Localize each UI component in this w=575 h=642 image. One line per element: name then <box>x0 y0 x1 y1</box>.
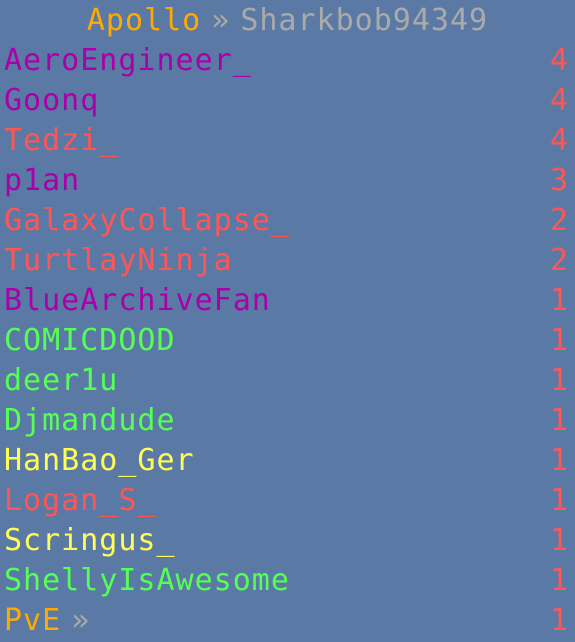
entry-score: 1 <box>549 602 569 638</box>
server-name: Apollo <box>86 2 202 38</box>
entry-score: 2 <box>549 202 569 238</box>
row-label: Goonq <box>4 83 99 118</box>
entry-name: ShellyIsAwesome <box>4 562 290 598</box>
entry-name: Djmandude <box>4 402 176 438</box>
entry-score: 2 <box>549 242 569 278</box>
entry-score: 3 <box>549 162 569 198</box>
entry-score: 4 <box>549 122 569 158</box>
entry-name: AeroEngineer_ <box>4 42 252 78</box>
scoreboard-row: AeroEngineer_ 4 <box>0 40 575 80</box>
row-label: deer1u <box>4 363 118 398</box>
entry-name: TurtlayNinja <box>4 242 233 278</box>
entry-name: GalaxyCollapse_ <box>4 202 290 238</box>
entry-name: Scringus_ <box>4 522 176 558</box>
scoreboard-row: Logan_S_ 1 <box>0 480 575 520</box>
scoreboard-row: HanBao_Ger 1 <box>0 440 575 480</box>
row-label: p1an <box>4 163 80 198</box>
row-label: BlueArchiveFan <box>4 283 271 318</box>
row-label: ShellyIsAwesome <box>4 563 290 598</box>
entry-name: p1an <box>4 162 81 198</box>
row-label: HanBao_Ger <box>4 443 195 478</box>
scoreboard-row: PvE» 1 <box>0 600 575 640</box>
entry-score: 1 <box>549 282 569 318</box>
row-label: Djmandude <box>4 403 176 438</box>
entry-score: 1 <box>549 562 569 598</box>
entry-score: 1 <box>549 482 569 518</box>
entry-score: 4 <box>549 82 569 118</box>
row-label: COMICDOOD <box>4 323 176 358</box>
entry-name: COMICDOOD <box>4 322 176 358</box>
entry-score: 1 <box>549 322 569 358</box>
entry-name: Logan_S_ <box>4 482 157 518</box>
row-label: Logan_S_ <box>4 483 157 518</box>
row-label: GalaxyCollapse_ <box>4 203 290 238</box>
entry-score: 4 <box>549 42 569 78</box>
player-name: Sharkbob94349 <box>240 2 489 38</box>
row-label: Scringus_ <box>4 523 176 558</box>
scoreboard-title: Apollo » Sharkbob94349 <box>0 0 575 40</box>
entry-score: 1 <box>549 522 569 558</box>
scoreboard-row: Scringus_ 1 <box>0 520 575 560</box>
row-label: TurtlayNinja <box>4 243 233 278</box>
scoreboard-row: COMICDOOD 1 <box>0 320 575 360</box>
entry-score: 1 <box>549 402 569 438</box>
entry-name: deer1u <box>4 362 119 398</box>
scoreboard-row: Goonq 4 <box>0 80 575 120</box>
scoreboard-row: Djmandude 1 <box>0 400 575 440</box>
scoreboard-row: BlueArchiveFan 1 <box>0 280 575 320</box>
row-label: PvE» <box>4 603 90 638</box>
entry-name: PvE <box>4 602 62 638</box>
title-separator: » <box>211 2 231 38</box>
entry-score: 1 <box>549 362 569 398</box>
scoreboard-list: AeroEngineer_ 4 Goonq 4 Tedzi_ 4 p1an 3 GalaxyCo… <box>0 40 575 640</box>
entry-name: Goonq <box>4 82 100 118</box>
entry-score: 1 <box>549 442 569 478</box>
scoreboard-row: TurtlayNinja 2 <box>0 240 575 280</box>
scoreboard-row: p1an 3 <box>0 160 575 200</box>
row-label: Tedzi_ <box>4 123 118 158</box>
entry-name: BlueArchiveFan <box>4 282 271 318</box>
row-label: AeroEngineer_ <box>4 43 252 78</box>
scoreboard-panel: Apollo » Sharkbob94349 AeroEngineer_ 4 Goo… <box>0 0 575 642</box>
scoreboard-row: GalaxyCollapse_ 2 <box>0 200 575 240</box>
entry-name: HanBao_Ger <box>4 442 195 478</box>
scoreboard-row: ShellyIsAwesome 1 <box>0 560 575 600</box>
scoreboard-row: Tedzi_ 4 <box>0 120 575 160</box>
scoreboard-row: deer1u 1 <box>0 360 575 400</box>
entry-suffix: » <box>71 602 91 638</box>
entry-name: Tedzi_ <box>4 122 119 158</box>
